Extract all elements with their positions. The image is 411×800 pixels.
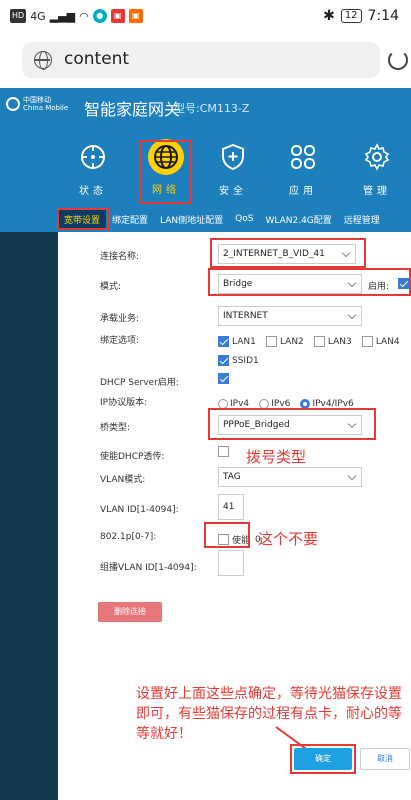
dhcp-pass-label: 使能DHCP透传: bbox=[100, 452, 165, 462]
tab-binding[interactable]: 绑定配置 bbox=[106, 213, 154, 226]
chevron-down-icon bbox=[347, 310, 357, 320]
bluetooth-icon: ✱ bbox=[323, 8, 335, 24]
nav-security-label: 安全 bbox=[219, 186, 247, 197]
ssid1-checkbox[interactable] bbox=[218, 355, 229, 366]
service-select[interactable]: INTERNET bbox=[218, 306, 362, 326]
p8021-highlight-box bbox=[204, 522, 250, 548]
cancel-button[interactable]: 取消 bbox=[360, 748, 410, 770]
status-bar: HD 4G ▂▄▆ ◠ ● ▣ ▣ ✱ 12 7:14 bbox=[0, 0, 411, 34]
dhcp-label: DHCP Server启用: bbox=[100, 378, 179, 388]
signal-icon: ▂▄▆ bbox=[49, 9, 76, 23]
url-text[interactable]: content bbox=[64, 49, 129, 69]
gear-icon bbox=[364, 143, 390, 171]
network-highlight-box bbox=[140, 140, 192, 204]
bridge-highlight-box bbox=[208, 408, 376, 440]
nav-manage[interactable]: 管理 bbox=[352, 142, 402, 197]
app-notification-icon: ▣ bbox=[110, 9, 125, 23]
brand-line2: China Mobile bbox=[23, 104, 69, 112]
app-notification-icon-2: ▣ bbox=[128, 9, 143, 23]
signal-label: 4G bbox=[30, 9, 46, 23]
not-needed-annotation: 这个不要 bbox=[258, 530, 319, 548]
brand-line1: 中国移动 bbox=[23, 96, 51, 104]
tab-qos[interactable]: QoS bbox=[229, 214, 259, 224]
tab-highlight-box bbox=[57, 208, 109, 230]
router-header: 中国移动 China Mobile 智能家庭网关 型号:CM113-Z bbox=[0, 88, 411, 134]
nav-status-label: 状态 bbox=[79, 186, 107, 197]
header-title: 智能家庭网关 bbox=[84, 100, 181, 119]
nav-manage-label: 管理 bbox=[363, 186, 391, 197]
nav-apps[interactable]: 应用 bbox=[278, 142, 328, 197]
hd-badge: HD bbox=[10, 9, 27, 23]
tab-lan-address[interactable]: LAN侧地址配置 bbox=[154, 213, 229, 226]
globe-icon bbox=[34, 51, 52, 70]
lan4-checkbox[interactable] bbox=[361, 336, 373, 347]
reload-icon[interactable] bbox=[388, 50, 408, 70]
ipv4v6-radio[interactable] bbox=[300, 398, 311, 409]
ip-version-label: IP协议版本: bbox=[100, 398, 148, 408]
connection-highlight-box bbox=[210, 238, 366, 268]
dhcp-pass-checkbox[interactable] bbox=[218, 446, 229, 457]
wifi-icon: ◠ bbox=[79, 9, 89, 23]
p8021-label: 802.1p[0-7]: bbox=[100, 532, 157, 542]
china-mobile-logo: 中国移动 China Mobile bbox=[6, 96, 68, 112]
tab-remote[interactable]: 远程管理 bbox=[338, 213, 386, 226]
lan1-checkbox[interactable] bbox=[218, 336, 229, 347]
battery-icon: 12 bbox=[340, 9, 362, 23]
notification-icon: ● bbox=[92, 9, 107, 23]
lan2-checkbox[interactable] bbox=[265, 336, 277, 347]
status-time: 7:14 bbox=[367, 8, 399, 24]
logo-mark-icon bbox=[6, 97, 20, 111]
dial-type-annotation: 拨号类型 bbox=[246, 448, 307, 466]
mcast-label: 组播VLAN ID[1-4094]: bbox=[100, 563, 197, 573]
vlan-mode-label: VLAN模式: bbox=[100, 475, 146, 485]
ok-button[interactable]: 确定 bbox=[294, 748, 352, 770]
ipv4-radio[interactable] bbox=[218, 398, 228, 409]
bridge-type-label: 桥类型: bbox=[100, 423, 131, 433]
top-nav: 状态 网络 安全 应用 管理 bbox=[0, 134, 411, 206]
mode-highlight-box bbox=[208, 268, 411, 296]
dhcp-checkbox[interactable] bbox=[218, 373, 229, 384]
lan3-checkbox[interactable] bbox=[313, 336, 325, 347]
mcast-input[interactable] bbox=[218, 550, 244, 576]
shield-plus-icon bbox=[222, 143, 244, 171]
instruction-annotation: 设置好上面这些点确定，等待光猫保存设置即可，有些猫保存的过程有点卡，耐心的等等就… bbox=[136, 686, 402, 742]
vlan-id-label: VLAN ID[1-4094]: bbox=[100, 505, 179, 515]
sidebar bbox=[0, 232, 58, 800]
chevron-down-icon bbox=[347, 471, 357, 481]
tab-wlan[interactable]: WLAN2.4G配置 bbox=[259, 213, 337, 226]
address-bar[interactable]: content bbox=[22, 42, 380, 78]
mode-label: 模式: bbox=[100, 282, 122, 292]
header-model: 型号:CM113-Z bbox=[174, 102, 250, 115]
status-icon bbox=[81, 145, 105, 169]
connection-name-label: 连接名称: bbox=[100, 252, 140, 262]
ssid-option: SSID1 bbox=[218, 350, 264, 369]
nav-status[interactable]: 状态 bbox=[68, 142, 118, 197]
delete-connection-button[interactable]: 删除连接 bbox=[98, 602, 162, 622]
status-right: ✱ 12 7:14 bbox=[323, 8, 399, 24]
ipv6-radio[interactable] bbox=[259, 398, 270, 409]
nav-security[interactable]: 安全 bbox=[208, 142, 258, 197]
service-label: 承载业务: bbox=[100, 314, 140, 324]
vlan-mode-select[interactable]: TAG bbox=[218, 467, 362, 487]
bind-label: 绑定选项: bbox=[100, 336, 140, 346]
vlan-id-input[interactable]: 41 bbox=[218, 494, 244, 520]
bind-options: LAN1 LAN2 LAN3 LAN4 bbox=[218, 331, 405, 350]
status-left: HD 4G ▂▄▆ ◠ ● ▣ ▣ bbox=[10, 9, 143, 23]
broadband-form: 连接名称: 2_INTERNET_B_VID_41 模式: Bridge 启用:… bbox=[58, 232, 411, 800]
nav-apps-label: 应用 bbox=[289, 186, 317, 197]
apps-icon bbox=[291, 145, 315, 169]
